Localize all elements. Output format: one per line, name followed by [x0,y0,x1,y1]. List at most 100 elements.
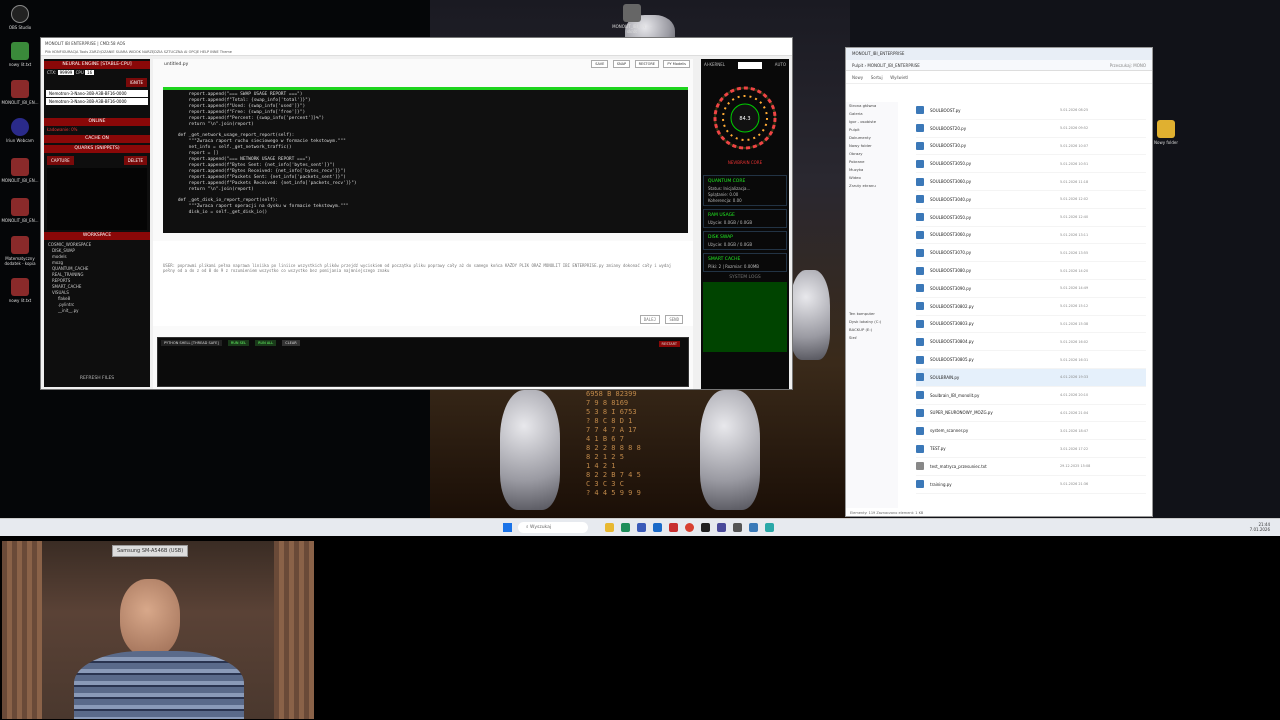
nav-item[interactable]: Nowy folder [846,142,898,150]
desktop-icon-nowy-lit-2[interactable]: nowy lit.txt [0,278,40,303]
desktop: 6958 B 82399 7 9 8 8169 5 3 8 I 6753 ? 8… [0,0,1280,520]
ctx-input[interactable]: 99999 [57,70,75,75]
file-row-selected[interactable]: SOULBRAIN.py 4.01.2026 19:33 [916,368,1146,387]
file-explorer-taskbar-icon[interactable] [605,523,614,532]
nav-item[interactable]: Pobrane [846,158,898,166]
file-row[interactable]: test_matryca_przesuniec.txt 29.12.2025 15… [916,458,1146,476]
file-row[interactable]: TEST.py 3.01.2026 17:22 [916,440,1146,458]
system-logs[interactable] [703,282,787,352]
nav-item[interactable]: Zrzuty ekranu [846,182,898,190]
nav-item[interactable]: Dokumenty [846,134,898,142]
python-shell[interactable]: PYTHON SHELL [THREAD SAFE] RUN SEL RUN A… [157,337,689,387]
file-row[interactable]: SOULBOOST3040.py 5.01.2026 12:02 [916,191,1146,209]
file-row[interactable]: system_scanner.py 3.01.2026 18:47 [916,422,1146,441]
nav-item[interactable]: Obrazy [846,150,898,158]
nav-item[interactable]: BACKUP (E:) [846,326,898,334]
file-row[interactable]: SOULBOOST30804.py 5.01.2026 16:02 [916,333,1146,352]
nav-item[interactable]: Ten komputer [846,310,898,318]
file-row[interactable]: SOULBOOST3050.py 5.01.2026 12:40 [916,209,1146,227]
nav-item[interactable]: Dysk lokalny (C:) [846,318,898,326]
store-taskbar-icon[interactable] [653,523,662,532]
kernel-select[interactable] [737,62,762,69]
delete-button[interactable]: DELETE [123,156,147,165]
desktop-icon-obs[interactable]: OBS Studio [0,5,40,30]
start-button-icon[interactable] [503,523,512,532]
new-button[interactable]: Nowy [852,75,863,80]
file-row[interactable]: SOULBOOST3070.py 5.01.2026 13:55 [916,244,1146,263]
desktop-icon-monolit[interactable]: MONOLIT_IBI_EN... [0,80,40,105]
snap-button[interactable]: SNAP [612,60,631,68]
restore-button[interactable]: RESTORE [634,60,659,68]
sort-button[interactable]: Sortuj [871,75,883,80]
tab-untitled[interactable]: untitled.py [164,62,188,68]
chrome-taskbar-icon[interactable] [685,523,694,532]
send-button[interactable]: SEND [665,314,683,324]
desktop-icon-monolit-2[interactable]: MONOLIT_IBI_EN... [0,158,40,183]
file-row[interactable]: SOULBOOST3060.py 5.01.2026 11:18 [916,173,1146,191]
nav-item[interactable]: Sieć [846,334,898,342]
app-taskbar-icon[interactable] [717,523,726,532]
editor-menu-bar[interactable]: Plik KONFIGURACJA Tools ZARZĄDZANIE SUAR… [41,48,792,56]
ignite-button[interactable]: IGNITE [125,78,147,87]
restart-button[interactable]: RESTART [658,341,680,347]
save-button[interactable]: SAVE [591,60,609,68]
nav-item[interactable]: Galeria [846,110,898,118]
taskbar-clock[interactable]: 21:44 7.01.2026 [1250,522,1270,532]
dalej-button[interactable]: DALEJ [639,314,660,324]
python-file-icon [916,302,924,311]
editor-title-bar[interactable]: MONOLIT IBI ENTERPRISE | CMD:58 AOS [41,38,792,48]
file-row[interactable]: SOULBOOST30802.py 5.01.2026 15:12 [916,298,1146,316]
app-taskbar-icon[interactable] [669,523,678,532]
nav-item[interactable]: Pulpit [846,126,898,134]
nav-item[interactable]: Wideo [846,174,898,182]
obs-taskbar-icon[interactable] [701,523,710,532]
nav-item[interactable]: Igor - osobiste [846,118,898,126]
file-row[interactable]: Soulbrain_IBI_monolit.py 4.01.2026 20:10 [916,387,1146,405]
app-taskbar-icon[interactable] [637,523,646,532]
chat-output[interactable]: USER: poprawmi plikami pełna naprawa lin… [153,241,693,326]
py-modelis-button[interactable]: PY Modelis [663,60,690,68]
quarks-list[interactable] [47,168,147,230]
taskbar-search[interactable]: ⌕ Wyszukaj [518,522,588,533]
desktop-icon-nowy-lit[interactable]: nowy lit.txt [0,42,40,67]
model-item[interactable]: Nemotron-3-Nano-30B-A3B-BF16-0000 [46,90,148,97]
file-row[interactable]: SOULBOOST3050.py 5.01.2026 10:51 [916,155,1146,174]
explorer-search[interactable]: Przeszukaj: MONO [1110,63,1146,68]
clear-button[interactable]: CLEAR [282,340,300,346]
file-row[interactable]: SOULBOOST20.py 5.01.2026 09:52 [916,120,1146,138]
chat-actions: DALEJ SEND [639,314,683,324]
refresh-files-button[interactable]: REFRESH FILES [44,376,150,381]
desktop-icon-matematyczny[interactable]: Matematyczny dodatek - kopia [0,236,40,266]
file-row[interactable]: SOULBOOST3090.py 5.01.2026 14:49 [916,280,1146,298]
model-item[interactable]: Nemotron-3-Nano-30B-A3B-BF16-0000 [46,98,148,105]
edge-taskbar-icon[interactable] [621,523,630,532]
app-taskbar-icon[interactable] [733,523,742,532]
nav-item[interactable]: Strona główna [846,102,898,110]
desktop-icon-monolit-3[interactable]: MONOLIT_IBI_EN... [0,198,40,223]
file-row[interactable]: SOULBOOST30803.py 5.01.2026 15:38 [916,316,1146,334]
tree-item[interactable]: __init__.py [44,308,150,314]
app-taskbar-icon[interactable] [765,523,774,532]
file-row[interactable]: training.py 5.01.2026 21:36 [916,476,1146,494]
robot-arm [790,270,830,360]
file-row[interactable]: SOULBOOST3080.py 5.01.2026 14:20 [916,262,1146,280]
file-row[interactable]: SOULBOOST.py 5.01.2026 08:25 [916,102,1146,120]
view-button[interactable]: Wyświetl [890,75,908,80]
auto-toggle[interactable]: AUTO [775,62,786,69]
explorer-tab[interactable]: MONOLIT_IBI_ENTERPRISE [846,48,1152,60]
code-editor[interactable]: report.append("=== SWAP USAGE REPORT ===… [163,87,688,233]
file-row[interactable]: SUPER_NEURONOWY_MOZG.py 4.01.2026 21:04 [916,405,1146,423]
app-taskbar-icon[interactable] [749,523,758,532]
desktop-icon-monolit-shortcut[interactable]: MONOLIT_IBI_EN... - skrót [612,4,652,34]
capture-button[interactable]: CAPTURE [47,156,74,165]
run-all-button[interactable]: RUN ALL [255,340,277,346]
file-row[interactable]: SOULBOOST30805.py 5.01.2026 16:31 [916,351,1146,369]
file-row[interactable]: SOULBOOST30.py 5.01.2026 10:07 [916,138,1146,156]
breadcrumb[interactable]: Pulpit › MONOLIT_IBI_ENTERPRISE [852,63,920,68]
editor-panel: untitled.py SAVE SNAP RESTORE PY Modelis… [153,59,693,389]
run-sel-button[interactable]: RUN SEL [227,340,249,346]
cpu-input[interactable]: 16 [85,70,95,75]
nav-item[interactable]: Muzyka [846,166,898,174]
file-row[interactable]: SOULBOOST3060.py 5.01.2026 13:11 [916,227,1146,245]
desktop-icon-iriun-webcam[interactable]: Iriun Webcam [0,118,40,143]
